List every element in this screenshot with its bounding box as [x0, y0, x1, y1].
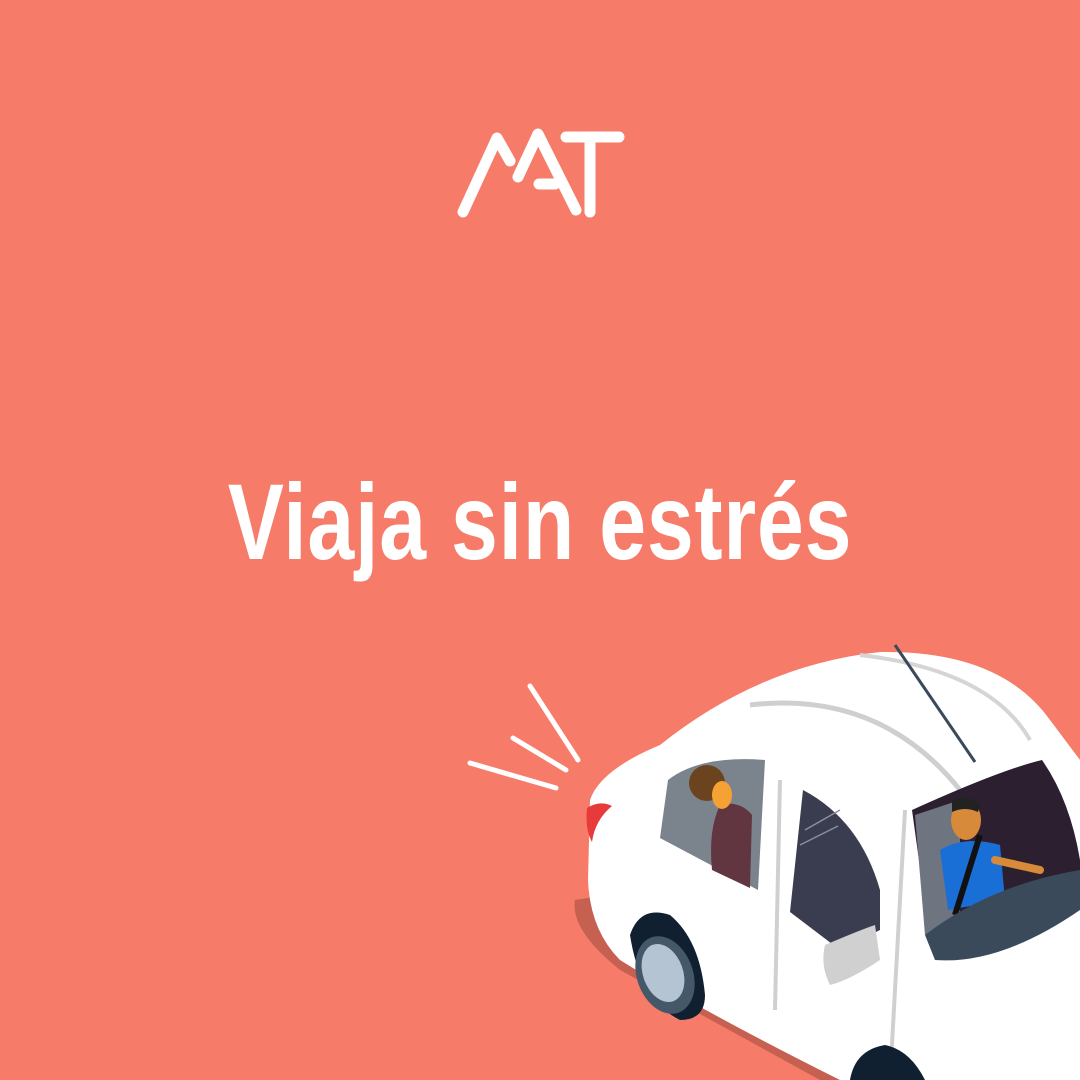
motion-lines-icon	[467, 683, 581, 791]
car-with-passengers-icon	[467, 644, 1080, 1080]
